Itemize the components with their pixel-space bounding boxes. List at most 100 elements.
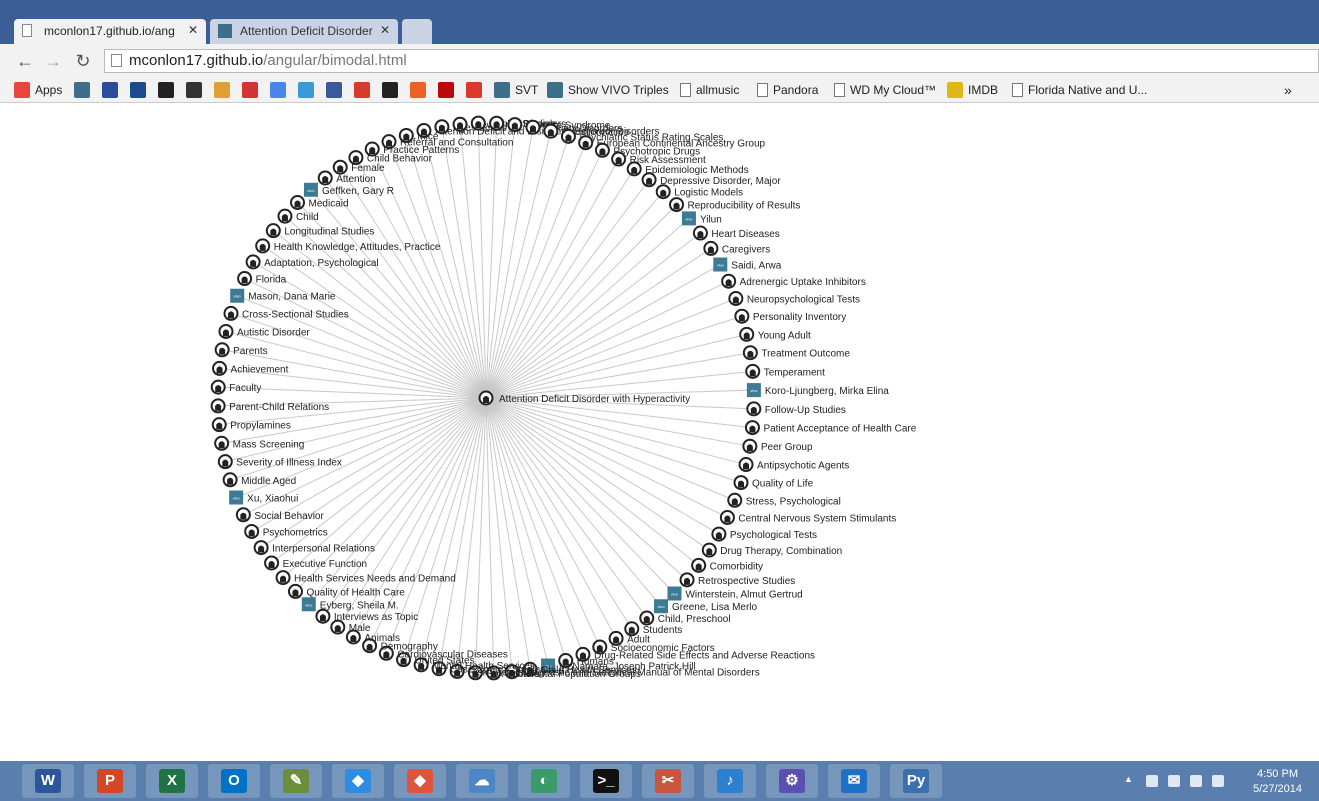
graph-node[interactable]: vivo Koro-Ljungberg, Mirka Elina (746, 383, 889, 398)
graph-node[interactable]: Faculty (210, 379, 262, 395)
close-tab-icon[interactable]: ✕ (188, 23, 198, 37)
graph-node[interactable]: Stress, Psychological (727, 492, 841, 508)
graph-node[interactable]: Antipsychotic Agents (738, 457, 850, 473)
graph-node[interactable]: Parents (214, 342, 268, 358)
new-tab-button[interactable] (402, 19, 432, 44)
graph-node[interactable]: Psychological Tests (711, 526, 817, 542)
graph-node[interactable]: Psychometrics (244, 523, 328, 539)
bookmark-twc[interactable] (130, 81, 151, 99)
show-hidden-icons-icon[interactable]: ▲ (1124, 774, 1136, 786)
graph-node[interactable]: vivo Eyberg, Sheila M. (301, 597, 399, 612)
taskbar-outlook-button[interactable]: O (208, 764, 260, 798)
bookmark-svt[interactable]: SVT (494, 81, 538, 99)
graph-node[interactable]: Neuropsychological Tests (728, 290, 860, 306)
bookmark-facebook[interactable] (326, 81, 347, 99)
bookmark-vivo[interactable] (74, 81, 95, 99)
taskbar-git-button[interactable]: ◆ (394, 764, 446, 798)
taskbar-word-button[interactable]: W (22, 764, 74, 798)
graph-node[interactable]: Achievement (212, 360, 289, 376)
graph-node[interactable]: Heart Diseases (692, 225, 780, 241)
address-bar[interactable]: mconlon17.github.io/angular/bimodal.html (104, 49, 1319, 73)
graph-node[interactable]: Medicaid (290, 194, 349, 210)
clock[interactable]: 4:50 PM 5/27/2014 (1240, 767, 1315, 797)
taskbar-powerpoint-button[interactable]: P (84, 764, 136, 798)
taskbar-snipping-tool-button[interactable]: ✂ (642, 764, 694, 798)
bookmark-e[interactable] (354, 81, 375, 99)
bookmark-wd-my-cloud[interactable]: WD My Cloud™ (834, 81, 936, 99)
taskbar-excel-button[interactable]: X (146, 764, 198, 798)
bookmark-google[interactable] (270, 81, 291, 99)
graph-node[interactable]: vivo Winterstein, Almut Gertrud (667, 586, 803, 601)
bookmark-uf[interactable] (102, 81, 123, 99)
graph-node[interactable]: Comorbidity (691, 557, 763, 573)
bookmark-checklist[interactable] (214, 81, 235, 99)
bookmark-pandora[interactable]: Pandora (757, 81, 818, 99)
bookmark-apps[interactable]: Apps (14, 81, 62, 99)
graph-node[interactable]: Interpersonal Relations (253, 540, 375, 556)
bookmark-bitly[interactable] (410, 81, 431, 99)
graph-node[interactable]: vivo Xu, Xiaohui (229, 490, 298, 505)
graph-node[interactable]: Drug Therapy, Combination (701, 542, 842, 558)
graph-node[interactable]: Propylamines (211, 417, 291, 433)
graph-node[interactable]: Logistic Models (655, 184, 743, 200)
bookmark-imdb[interactable]: IMDB (947, 81, 998, 99)
bookmark-arc[interactable] (242, 81, 263, 99)
graph-node[interactable]: vivo Greene, Lisa Merlo (654, 599, 758, 614)
bookmark-show-vivo-triples[interactable]: Show VIVO Triples (547, 81, 669, 99)
graph-node[interactable]: Adrenergic Uptake Inhibitors (721, 273, 866, 289)
graph-center-node[interactable]: Attention Deficit Disorder with Hyperact… (478, 390, 691, 406)
graph-node[interactable]: Florida (237, 271, 287, 287)
graph-node[interactable]: Health Services Needs and Demand (275, 570, 456, 586)
taskbar-terminal-button[interactable]: >_ (580, 764, 632, 798)
graph-node[interactable]: Patient Acceptance of Health Care (744, 420, 917, 436)
graph-node[interactable]: Young Adult (739, 326, 811, 342)
graph-node[interactable]: Treatment Outcome (742, 345, 850, 361)
taskbar-mail-button[interactable]: ✉ (828, 764, 880, 798)
graph-node[interactable]: Child (277, 208, 319, 224)
taskbar-itunes-button[interactable]: ♪ (704, 764, 756, 798)
bookmark-amazon[interactable] (382, 81, 403, 99)
graph-node[interactable]: Cross-Sectional Studies (223, 305, 349, 321)
graph-node[interactable]: Mass Screening (214, 435, 304, 451)
graph-node[interactable]: Interviews as Topic (315, 608, 418, 624)
close-tab-icon[interactable]: ✕ (380, 23, 390, 37)
taskbar-globe-button[interactable]: ◐ (518, 764, 570, 798)
reload-button[interactable]: ↻ (72, 50, 94, 72)
bookmark-github[interactable] (158, 81, 179, 99)
graph-node[interactable]: Parent-Child Relations (210, 398, 330, 414)
bookmark-netflix[interactable] (438, 81, 459, 99)
network-icon[interactable] (1168, 775, 1180, 787)
back-button[interactable]: ← (14, 50, 36, 72)
taskbar-settings-gear-button[interactable]: ⚙ (766, 764, 818, 798)
graph-node[interactable]: Longitudinal Studies (265, 223, 375, 239)
graph-node[interactable]: Peer Group (742, 438, 813, 454)
graph-node[interactable]: Personality Inventory (734, 308, 846, 324)
graph-node[interactable]: Quality of Health Care (287, 583, 405, 599)
taskbar-dropbox-button[interactable]: ◆ (332, 764, 384, 798)
graph-node[interactable]: Child, Preschool (639, 610, 731, 626)
bookmark-allmusic[interactable]: allmusic (680, 81, 739, 99)
graph-node[interactable]: Adaptation, Psychological (245, 254, 379, 270)
forward-button[interactable]: → (42, 50, 64, 72)
graph-node[interactable]: Health Knowledge, Attitudes, Practice (255, 238, 441, 254)
bookmark-twitter[interactable] (298, 81, 319, 99)
graph-node[interactable]: Retrospective Studies (679, 572, 796, 588)
graph-node[interactable]: Caregivers (703, 240, 770, 256)
graph-node[interactable]: Central Nervous System Stimulants (719, 509, 896, 525)
graph-node[interactable]: vivo Saidi, Arwa (713, 257, 782, 272)
taskbar-python-button[interactable]: Py (890, 764, 942, 798)
graph-node[interactable]: vivo Yilun (681, 211, 722, 226)
bookmark-florida-native-and-u[interactable]: Florida Native and U... (1012, 81, 1147, 99)
volume-icon[interactable] (1190, 775, 1202, 787)
graph-node[interactable]: vivo Mason, Dana Marie (230, 288, 336, 303)
graph-node[interactable]: Social Behavior (235, 507, 325, 523)
flag-icon[interactable] (1146, 775, 1158, 787)
taskbar-onedrive-button[interactable]: ☁ (456, 764, 508, 798)
tab-active[interactable]: mconlon17.github.io/ang ✕ (14, 19, 206, 44)
dropbox-tray-icon[interactable] (1212, 775, 1224, 787)
graph-node[interactable]: Severity of Illness Index (217, 454, 342, 470)
graph-node[interactable]: Executive Function (264, 555, 367, 571)
bookmark-tomato[interactable] (466, 81, 487, 99)
graph-node[interactable]: Quality of Life (733, 475, 814, 491)
bookmarks-overflow-button[interactable]: » (1284, 81, 1292, 99)
